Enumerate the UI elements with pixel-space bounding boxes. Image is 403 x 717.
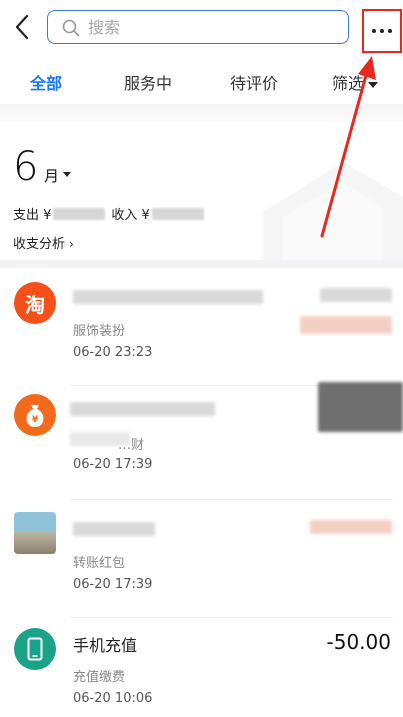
transaction-category: 充值缴费 [73,670,126,685]
month-dropdown-icon[interactable] [63,172,71,177]
month-number[interactable]: 6 [13,144,38,190]
transaction-category: …财 [118,438,145,453]
transaction-row[interactable]: 转账红包 06-20 17:39 [0,500,403,618]
caret-down-icon [368,81,379,88]
analysis-label: 收支分析 [13,237,66,252]
transaction-category: 转账红包 [73,556,126,571]
svg-text:¥: ¥ [32,415,39,425]
transaction-amount: -50.00 [326,630,391,654]
month-unit[interactable]: 月 [44,165,59,186]
tab-filter[interactable]: 筛选 [332,70,379,94]
transaction-category: 服饰装扮 [73,324,126,339]
title-redacted [73,522,155,536]
transaction-time: 06-20 10:06 [73,691,153,706]
search-icon [62,19,80,37]
section-divider [0,260,403,268]
transaction-row[interactable]: 手机充值 -50.00 充值缴费 06-20 10:06 [0,614,403,717]
amount-redacted [318,382,403,432]
search-bar[interactable] [47,10,349,44]
transaction-time: 06-20 23:23 [73,345,153,360]
top-bar [0,0,403,55]
chevron-right-icon: › [69,237,74,251]
user-avatar-icon [14,512,56,554]
amount-redacted [320,288,392,302]
expense-value-redacted [53,207,106,220]
more-options-button[interactable] [362,9,402,53]
search-input[interactable] [88,16,328,38]
income-expense-row: 支出 ¥ 收入 ¥ [13,204,210,223]
transaction-row[interactable]: ¥ …财 06-20 17:39 [0,382,403,500]
title-redacted [73,290,263,304]
expense-label: 支出 ¥ [13,208,52,223]
transaction-time: 06-20 17:39 [73,577,153,592]
transaction-title: 手机充值 [73,636,138,655]
transaction-row[interactable]: 淘 服饰装扮 06-20 23:23 [0,268,403,386]
filter-tabs: 全部 服务中 待评价 筛选 [0,62,403,102]
phone-icon [14,628,56,670]
back-button[interactable] [8,10,36,44]
transaction-time: 06-20 17:39 [73,457,153,472]
tab-pending-review[interactable]: 待评价 [230,70,278,94]
tab-in-service[interactable]: 服务中 [124,70,172,94]
income-value-redacted [151,207,204,220]
tab-filter-label: 筛选 [332,74,365,93]
money-bag-icon: ¥ [14,394,56,436]
back-arrow-icon [15,14,29,40]
taobao-icon: 淘 [14,282,56,324]
income-expense-analysis-link[interactable]: 收支分析 › [13,233,74,252]
month-summary: 6 月 支出 ¥ 收入 ¥ 收支分析 › [0,122,403,260]
section-divider [0,104,403,122]
status-redacted [300,316,392,334]
tab-all[interactable]: 全部 [30,70,62,94]
more-dots-icon [370,29,394,33]
title-redacted [70,402,215,416]
income-label: 收入 ¥ [111,208,150,223]
decorative-house-graphic [263,162,403,260]
amount-redacted [310,520,392,534]
